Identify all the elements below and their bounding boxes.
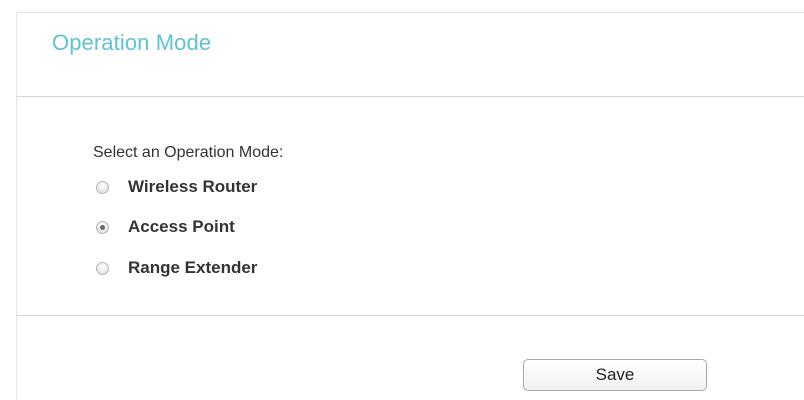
option-range-extender[interactable]: Range Extender — [96, 257, 257, 279]
save-button[interactable]: Save — [523, 359, 707, 391]
access-point-radio[interactable] — [96, 220, 109, 234]
page-title: Operation Mode — [52, 30, 212, 55]
wireless-router-label: Wireless Router — [128, 177, 258, 196]
wireless-router-radio[interactable] — [96, 180, 109, 194]
operation-mode-panel — [16, 12, 804, 400]
option-access-point[interactable]: Access Point — [96, 216, 235, 238]
range-extender-radio[interactable] — [96, 261, 109, 275]
operation-mode-label: Select an Operation Mode: — [93, 144, 284, 161]
range-extender-label: Range Extender — [128, 258, 258, 277]
option-wireless-router[interactable]: Wireless Router — [96, 176, 257, 198]
header-divider — [17, 96, 804, 97]
access-point-label: Access Point — [128, 217, 235, 236]
footer-divider — [17, 315, 804, 316]
